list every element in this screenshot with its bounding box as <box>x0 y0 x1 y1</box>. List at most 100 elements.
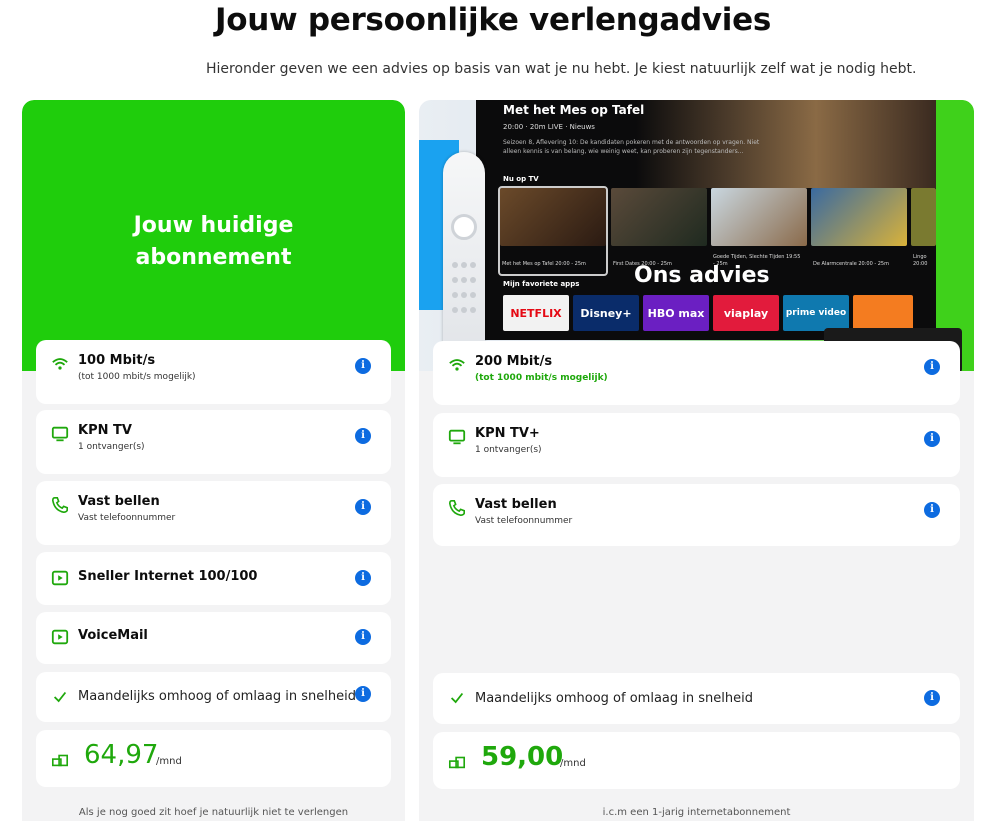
info-icon[interactable]: i <box>355 358 371 374</box>
app-tile-disney: Disney+ <box>573 295 639 331</box>
tv-thumb-selection <box>498 186 608 276</box>
remote-key <box>470 292 476 298</box>
item-title: VoiceMail <box>78 628 148 643</box>
advice-heading: Ons advies <box>634 263 770 288</box>
item-title: Sneller Internet 100/100 <box>78 569 258 584</box>
current-item-sneller-internet: Sneller Internet 100/100 i <box>36 552 391 605</box>
tv-thumb: Goede Tijden, Slechte Tijden 19:55 - 25m <box>711 188 807 267</box>
advice-price-card: 59,00 /mnd <box>433 732 960 789</box>
app-tile-prime: prime video <box>783 295 849 331</box>
thumb-caption: De Alarmcentrale 20:00 - 25m <box>813 261 889 267</box>
advice-item-phone: Vast bellen Vast telefoonnummer i <box>433 484 960 546</box>
current-heading: Jouw huidige abonnement <box>22 210 405 274</box>
tv-show-title: Met het Mes op Tafel <box>503 103 645 117</box>
info-icon[interactable]: i <box>355 686 371 702</box>
item-subtitle: (tot 1000 mbit/s mogelijk) <box>78 372 196 382</box>
current-item-internet: 100 Mbit/s (tot 1000 mbit/s mogelijk) i <box>36 340 391 404</box>
remote-key <box>452 307 458 313</box>
item-title: Vast bellen <box>78 494 160 509</box>
remote-key <box>470 262 476 268</box>
app-tile-netflix: NETFLIX <box>503 295 569 331</box>
tv-thumb: First Dates 20:00 - 25m <box>611 188 707 267</box>
apps-label: Mijn favoriete apps <box>503 280 580 288</box>
play-icon <box>51 570 69 586</box>
advice-panel: Met het Mes op Tafel 20:00 · 20m LIVE · … <box>419 100 974 821</box>
wifi-icon <box>449 359 465 371</box>
tv-icon <box>51 426 69 442</box>
current-price: 64,97 <box>84 740 159 770</box>
advice-hero-image: Met het Mes op Tafel 20:00 · 20m LIVE · … <box>419 100 974 371</box>
item-title: 100 Mbit/s <box>78 353 156 368</box>
advice-footnote: i.c.m een 1-jarig internetabonnement <box>602 807 791 818</box>
current-item-phone: Vast bellen Vast telefoonnummer i <box>36 481 391 545</box>
item-title: KPN TV <box>78 423 132 438</box>
checkmark-icon <box>450 692 464 704</box>
item-subtitle: 1 ontvanger(s) <box>475 445 542 455</box>
item-title: Vast bellen <box>475 497 557 512</box>
current-item-tv: KPN TV 1 ontvanger(s) i <box>36 410 391 474</box>
remote-key <box>452 262 458 268</box>
item-subtitle: Vast telefoonnummer <box>78 513 176 523</box>
flex-label: Maandelijks omhoog of omlaag in snelheid <box>78 689 356 704</box>
info-icon[interactable]: i <box>924 359 940 375</box>
remote-key <box>452 292 458 298</box>
advice-price: 59,00 <box>481 742 564 772</box>
page: Jouw persoonlijke verlengadvies Hieronde… <box>0 0 986 821</box>
remote-control-image <box>443 152 485 362</box>
phone-icon <box>51 496 69 514</box>
tv-show-meta: 20:00 · 20m LIVE · Nieuws <box>503 123 595 131</box>
wifi-icon <box>52 358 68 370</box>
item-subtitle: Vast telefoonnummer <box>475 516 573 526</box>
app-tile-npo <box>853 295 913 331</box>
page-subtitle: Hieronder geven we een advies op basis v… <box>206 61 917 77</box>
current-flex-card: Maandelijks omhoog of omlaag in snelheid… <box>36 672 391 722</box>
remote-key <box>470 307 476 313</box>
tv-thumb: De Alarmcentrale 20:00 - 25m <box>811 188 907 267</box>
advice-item-tv: KPN TV+ 1 ontvanger(s) i <box>433 413 960 477</box>
page-title: Jouw persoonlijke verlengadvies <box>215 2 771 38</box>
advice-flex-card: Maandelijks omhoog of omlaag in snelheid… <box>433 673 960 724</box>
remote-key <box>461 307 467 313</box>
info-icon[interactable]: i <box>924 431 940 447</box>
price-period: /mnd <box>560 758 586 769</box>
app-row: NETFLIX Disney+ HBO max viaplay prime vi… <box>503 295 943 331</box>
item-title: 200 Mbit/s <box>475 354 553 369</box>
play-icon <box>51 629 69 645</box>
item-title: KPN TV+ <box>475 426 540 441</box>
tv-row-label: Nu op TV <box>503 175 539 183</box>
info-icon[interactable]: i <box>355 428 371 444</box>
phone-icon <box>448 499 466 517</box>
thumb-caption: Lingo 20:00 <box>913 254 928 267</box>
advice-item-internet: 200 Mbit/s (tot 1000 mbit/s mogelijk) i <box>433 341 960 405</box>
app-tile-hbo: HBO max <box>643 295 709 331</box>
current-price-card: 64,97 /mnd <box>36 730 391 787</box>
remote-key <box>461 277 467 283</box>
info-icon[interactable]: i <box>924 502 940 518</box>
info-icon[interactable]: i <box>924 690 940 706</box>
current-heading-text: Jouw huidige abonnement <box>133 213 294 270</box>
checkmark-icon <box>53 691 67 703</box>
current-footnote: Als je nog goed zit hoef je natuurlijk n… <box>78 807 349 818</box>
remote-key <box>461 292 467 298</box>
tv-thumb: Lingo 20:00 <box>911 188 936 267</box>
item-subtitle: (tot 1000 mbit/s mogelijk) <box>475 373 608 383</box>
app-tile-viaplay: viaplay <box>713 295 779 331</box>
price-period: /mnd <box>156 756 182 767</box>
tv-icon <box>448 429 466 445</box>
info-icon[interactable]: i <box>355 629 371 645</box>
stack-icon <box>448 756 466 769</box>
info-icon[interactable]: i <box>355 570 371 586</box>
tv-screen: Met het Mes op Tafel 20:00 · 20m LIVE · … <box>476 100 936 340</box>
info-icon[interactable]: i <box>355 499 371 515</box>
remote-key <box>452 277 458 283</box>
flex-label: Maandelijks omhoog of omlaag in snelheid <box>475 691 753 706</box>
tv-show-desc: Seizoen 8, Aflevering 10: De kandidaten … <box>503 139 760 155</box>
stack-icon <box>51 754 69 767</box>
current-item-voicemail: VoiceMail i <box>36 612 391 664</box>
current-subscription-panel: Jouw huidige abonnement 100 Mbit/s (tot … <box>22 100 405 821</box>
remote-key <box>461 262 467 268</box>
current-hero: Jouw huidige abonnement <box>22 100 405 371</box>
remote-key <box>470 277 476 283</box>
item-subtitle: 1 ontvanger(s) <box>78 442 145 452</box>
remote-ok-button <box>451 214 477 240</box>
